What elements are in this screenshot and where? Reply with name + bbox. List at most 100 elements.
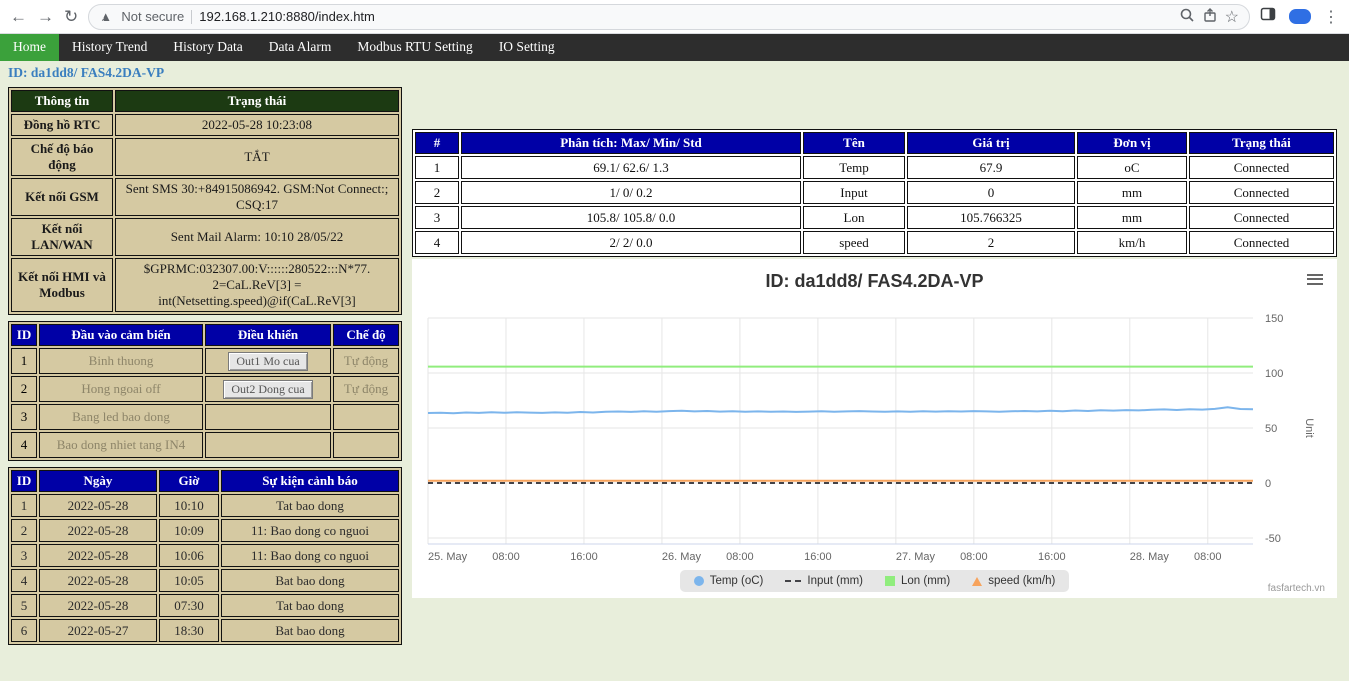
event-time: 10:10	[159, 494, 219, 517]
nav-item-home[interactable]: Home	[0, 34, 59, 61]
analysis-row-num: 3	[415, 206, 459, 229]
y-axis-label: 150	[1265, 313, 1283, 325]
io-control-button[interactable]: Out1 Mo cua	[228, 352, 307, 371]
event-row-id: 6	[11, 619, 37, 642]
info-row-label: Kết nối HMI và Modbus	[11, 258, 113, 312]
url-text: 192.168.1.210:8880/index.htm	[199, 9, 375, 24]
share-icon[interactable]	[1202, 7, 1218, 26]
right-column: #Phân tích: Max/ Min/ StdTênGiá trịĐơn v…	[412, 87, 1341, 645]
analysis-stats: 105.8/ 105.8/ 0.0	[461, 206, 801, 229]
info-row-value: Sent SMS 30:+84915086942. GSM:Not Connec…	[115, 178, 399, 216]
square-marker-icon	[885, 576, 895, 586]
info-row-label: Kết nối GSM	[11, 178, 113, 216]
io-header-1: Đầu vào cảm biến	[39, 324, 203, 346]
browser-toolbar: ← → ↻ ▲! Not secure 192.168.1.210:8880/i…	[0, 0, 1349, 34]
chart-menu-icon[interactable]	[1307, 271, 1323, 287]
legend-item-speed-km-h-[interactable]: speed (km/h)	[972, 575, 1055, 587]
event-time: 10:05	[159, 569, 219, 592]
forward-icon[interactable]: →	[37, 8, 54, 25]
y-axis-label: 50	[1265, 423, 1277, 435]
side-panel-icon[interactable]	[1260, 6, 1277, 27]
analysis-header-4: Đơn vị	[1077, 132, 1187, 154]
analysis-status: Connected	[1189, 231, 1334, 254]
chart-credit: fasfartech.vn	[1268, 583, 1325, 594]
io-sensor-state: Bang led bao dong	[39, 404, 203, 430]
nav-item-data-alarm[interactable]: Data Alarm	[256, 34, 345, 61]
browser-menu-icon[interactable]: ⋮	[1323, 7, 1339, 27]
io-header-0: ID	[11, 324, 37, 346]
dash-marker-icon	[785, 580, 801, 582]
analysis-unit: mm	[1077, 206, 1187, 229]
x-axis-label: 08:00	[1194, 551, 1222, 563]
legend-label: Lon (mm)	[901, 575, 950, 587]
legend-label: Temp (oC)	[710, 575, 764, 587]
x-axis-label: 25. May	[428, 551, 468, 563]
event-description: 11: Bao dong co nguoi	[221, 519, 399, 542]
io-control-cell	[205, 432, 331, 458]
bookmark-star-icon[interactable]: ☆	[1225, 7, 1239, 27]
analysis-value: 105.766325	[907, 206, 1075, 229]
browser-right-icons: ⋮	[1260, 6, 1339, 27]
address-bar[interactable]: ▲! Not secure 192.168.1.210:8880/index.h…	[88, 4, 1250, 30]
x-axis-label: 16:00	[570, 551, 598, 563]
event-header-3: Sự kiện cảnh báo	[221, 470, 399, 492]
nav-item-history-trend[interactable]: History Trend	[59, 34, 160, 61]
nav-item-io-setting[interactable]: IO Setting	[486, 34, 568, 61]
x-axis-label: 27. May	[896, 551, 936, 563]
circle-marker-icon	[694, 576, 704, 586]
legend-item-input-mm-[interactable]: Input (mm)	[785, 575, 863, 587]
analysis-unit: oC	[1077, 156, 1187, 179]
info-row-label: Đồng hồ RTC	[11, 114, 113, 136]
legend-item-temp-oc-[interactable]: Temp (oC)	[694, 575, 764, 587]
not-secure-warning-icon[interactable]: ▲!	[99, 9, 114, 24]
event-row-id: 3	[11, 544, 37, 567]
event-date: 2022-05-28	[39, 519, 157, 542]
line-chart: -5005010015025. May08:0016:0026. May08:0…	[418, 302, 1323, 568]
legend-box: Temp (oC) Input (mm) Lon (mm) speed (km/h)	[680, 570, 1070, 592]
nav-item-history-data[interactable]: History Data	[160, 34, 255, 61]
analysis-header-0: #	[415, 132, 459, 154]
analysis-table: #Phân tích: Max/ Min/ StdTênGiá trịĐơn v…	[412, 129, 1337, 257]
info-row-label: Chế độ báo động	[11, 138, 113, 176]
event-row-id: 5	[11, 594, 37, 617]
io-mode: Tự động	[333, 376, 399, 402]
event-date: 2022-05-28	[39, 494, 157, 517]
y-axis-title: Unit	[1303, 418, 1315, 438]
event-description: Tat bao dong	[221, 594, 399, 617]
url-divider	[191, 10, 192, 24]
analysis-status: Connected	[1189, 206, 1334, 229]
reload-icon[interactable]: ↻	[64, 8, 78, 25]
event-header-2: Giờ	[159, 470, 219, 492]
device-id-heading: ID: da1dd8/ FAS4.2DA-VP	[0, 61, 1349, 83]
analysis-stats: 2/ 2/ 0.0	[461, 231, 801, 254]
event-header-0: ID	[11, 470, 37, 492]
info-row-label: Kết nối LAN/WAN	[11, 218, 113, 256]
analysis-unit: mm	[1077, 181, 1187, 204]
io-control-button[interactable]: Out2 Dong cua	[223, 380, 312, 399]
legend-item-lon-mm-[interactable]: Lon (mm)	[885, 575, 950, 587]
event-row-id: 4	[11, 569, 37, 592]
analysis-header-2: Tên	[803, 132, 905, 154]
io-row-id: 1	[11, 348, 37, 374]
analysis-header-3: Giá trị	[907, 132, 1075, 154]
io-sensor-state: Hong ngoai off	[39, 376, 203, 402]
profile-icon[interactable]	[1289, 9, 1311, 24]
info-table: Thông tinTrạng tháiĐồng hồ RTC2022-05-28…	[8, 87, 402, 315]
back-icon[interactable]: ←	[10, 8, 27, 25]
event-time: 07:30	[159, 594, 219, 617]
io-header-3: Chế độ	[333, 324, 399, 346]
zoom-icon[interactable]	[1179, 7, 1195, 26]
event-time: 10:06	[159, 544, 219, 567]
info-row-value: 2022-05-28 10:23:08	[115, 114, 399, 136]
nav-item-modbus-rtu-setting[interactable]: Modbus RTU Setting	[344, 34, 485, 61]
legend-label: speed (km/h)	[988, 575, 1055, 587]
x-axis-label: 08:00	[492, 551, 520, 563]
y-axis-label: -50	[1265, 533, 1281, 545]
chart-container: ID: da1dd8/ FAS4.2DA-VP -5005010015025. …	[412, 259, 1337, 598]
main-content: Thông tinTrạng tháiĐồng hồ RTC2022-05-28…	[0, 83, 1349, 645]
event-date: 2022-05-28	[39, 544, 157, 567]
event-description: Tat bao dong	[221, 494, 399, 517]
event-header-1: Ngày	[39, 470, 157, 492]
y-axis-label: 0	[1265, 478, 1271, 490]
analysis-name: Input	[803, 181, 905, 204]
